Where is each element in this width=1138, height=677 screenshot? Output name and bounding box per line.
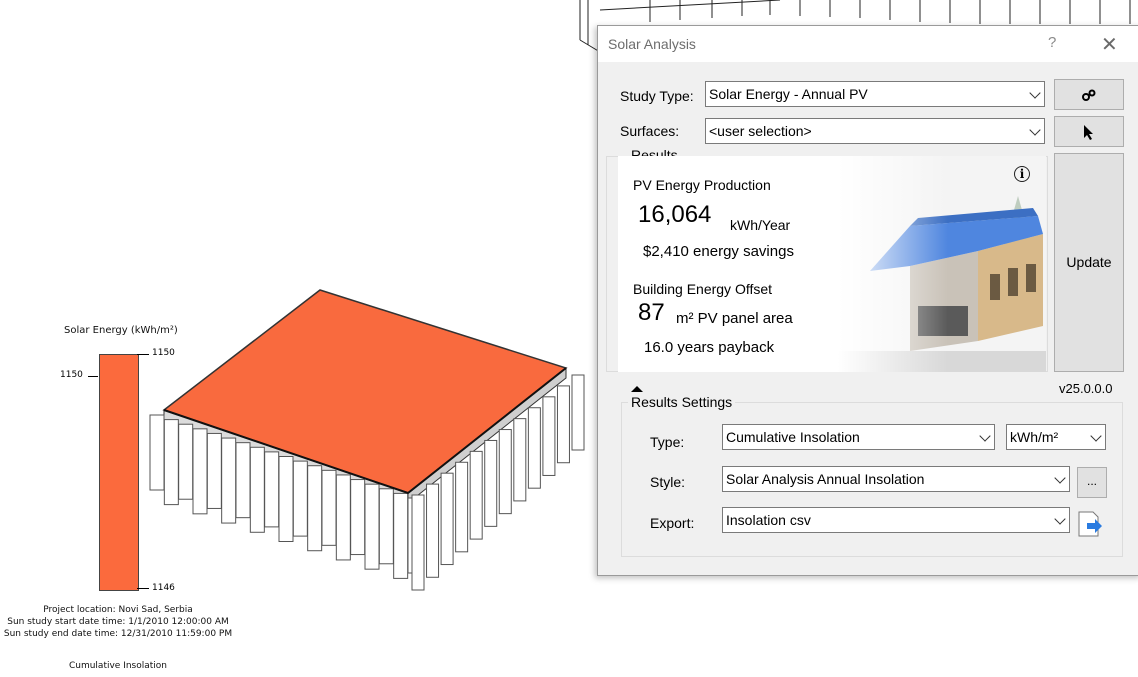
legend-min-label: 1146 bbox=[152, 583, 175, 593]
chevron-down-icon bbox=[1029, 124, 1041, 136]
pv-production-heading: PV Energy Production bbox=[633, 177, 771, 193]
style-label: Style: bbox=[650, 474, 686, 490]
chevron-down-icon bbox=[1054, 513, 1066, 525]
type-label: Type: bbox=[650, 434, 685, 450]
facade-fin bbox=[221, 437, 237, 524]
facade-fin bbox=[527, 407, 541, 489]
title-bar[interactable]: Solar Analysis ? ✕ bbox=[598, 26, 1138, 62]
close-button[interactable]: ✕ bbox=[1101, 32, 1118, 57]
version-label: v25.0.0.0 bbox=[1059, 381, 1113, 396]
view-caption: Cumulative Insolation bbox=[68, 661, 168, 671]
type-select[interactable]: Cumulative Insolation bbox=[722, 424, 995, 450]
cursor-arrow-icon bbox=[1084, 125, 1093, 140]
facade-fin bbox=[364, 483, 380, 570]
facade-fin bbox=[542, 396, 556, 476]
facade-fin bbox=[321, 469, 337, 546]
legend-side-label: 1150 bbox=[60, 370, 83, 380]
facade-fin bbox=[571, 374, 585, 451]
energy-offset-heading: Building Energy Offset bbox=[633, 281, 773, 297]
legend-tick-side bbox=[88, 376, 98, 377]
facade-fin bbox=[163, 419, 179, 506]
info-icon[interactable]: i bbox=[1014, 166, 1030, 182]
facade-fin bbox=[192, 428, 208, 515]
legend-tick-min bbox=[137, 588, 149, 589]
facade-fin bbox=[498, 429, 512, 515]
facade-fin bbox=[278, 456, 294, 542]
solar-analysis-dialog: Solar Analysis ? ✕ Study Type: Solar Ene… bbox=[597, 25, 1138, 576]
legend-max-label: 1150 bbox=[152, 348, 175, 358]
select-surfaces-button[interactable] bbox=[1054, 116, 1124, 147]
surfaces-value: <user selection> bbox=[709, 123, 812, 139]
facade-fin bbox=[350, 479, 366, 556]
facade-fin bbox=[411, 494, 425, 591]
sun-study-start: Sun study start date time: 1/1/2010 12:0… bbox=[7, 617, 229, 627]
update-button[interactable]: Update bbox=[1054, 153, 1124, 372]
export-file-icon[interactable] bbox=[1077, 510, 1103, 538]
facade-fin bbox=[249, 446, 265, 533]
facade-fin bbox=[556, 385, 570, 464]
panel-area-value: 87 bbox=[638, 299, 665, 326]
legend-tick-max bbox=[137, 354, 149, 355]
facade-fin bbox=[426, 483, 440, 578]
facade-fin bbox=[455, 461, 469, 553]
chevron-down-icon bbox=[979, 430, 991, 442]
facade-fin bbox=[484, 439, 498, 527]
chevron-down-icon bbox=[1029, 87, 1041, 99]
legend-title: Solar Energy (kWh/m²) bbox=[64, 325, 178, 336]
unit-select[interactable]: kWh/m² bbox=[1006, 424, 1106, 450]
facade-fin bbox=[292, 460, 308, 537]
facade-fin bbox=[393, 492, 409, 579]
study-type-value: Solar Energy - Annual PV bbox=[709, 86, 868, 102]
energy-savings: $2,410 energy savings bbox=[643, 243, 794, 260]
export-value: Insolation csv bbox=[726, 512, 811, 528]
unit-value: kWh/m² bbox=[1010, 429, 1059, 445]
facade-fin bbox=[206, 432, 222, 509]
chevron-down-icon bbox=[1054, 472, 1066, 484]
type-value: Cumulative Insolation bbox=[726, 429, 860, 445]
surfaces-select[interactable]: <user selection> bbox=[705, 118, 1045, 144]
results-panel: PV Energy Production 16,064 kWh/Year $2,… bbox=[618, 156, 1046, 372]
facade-fin bbox=[264, 451, 280, 528]
legend-color-bar bbox=[99, 354, 139, 591]
payback-years: 16.0 years payback bbox=[644, 339, 775, 356]
facade-fin bbox=[378, 488, 394, 565]
panel-area-unit: m² PV panel area bbox=[676, 310, 793, 327]
style-browse-button[interactable]: ... bbox=[1077, 467, 1107, 498]
facade-fin bbox=[149, 414, 165, 491]
facade-fin bbox=[335, 474, 351, 561]
facade-fin bbox=[178, 423, 194, 500]
study-type-select[interactable]: Solar Energy - Annual PV bbox=[705, 81, 1045, 107]
settings-button[interactable] bbox=[1054, 79, 1124, 110]
export-label: Export: bbox=[650, 515, 695, 531]
facade-fin bbox=[235, 442, 251, 519]
sun-study-end: Sun study end date time: 12/31/2010 11:5… bbox=[3, 629, 233, 639]
pv-production-unit: kWh/Year bbox=[730, 217, 791, 233]
gears-icon bbox=[1082, 89, 1096, 101]
style-select[interactable]: Solar Analysis Annual Insolation bbox=[722, 466, 1070, 492]
style-value: Solar Analysis Annual Insolation bbox=[726, 471, 925, 487]
dialog-title: Solar Analysis bbox=[608, 36, 696, 52]
facade-fin bbox=[469, 450, 483, 540]
facade-fin bbox=[307, 465, 323, 552]
project-info: Project location: Novi Sad, Serbia Sun s… bbox=[0, 604, 236, 640]
chevron-down-icon bbox=[1090, 430, 1102, 442]
collapse-arrow-icon[interactable] bbox=[631, 386, 643, 392]
facade-fin bbox=[440, 472, 454, 566]
export-select[interactable]: Insolation csv bbox=[722, 507, 1070, 533]
facade-fin bbox=[513, 418, 527, 502]
help-button[interactable]: ? bbox=[1048, 34, 1056, 51]
surfaces-label: Surfaces: bbox=[620, 123, 680, 139]
pv-production-value: 16,064 bbox=[638, 201, 712, 228]
project-location: Project location: Novi Sad, Serbia bbox=[43, 605, 193, 615]
results-settings-label: Results Settings bbox=[628, 394, 736, 410]
study-type-label: Study Type: bbox=[620, 88, 694, 104]
